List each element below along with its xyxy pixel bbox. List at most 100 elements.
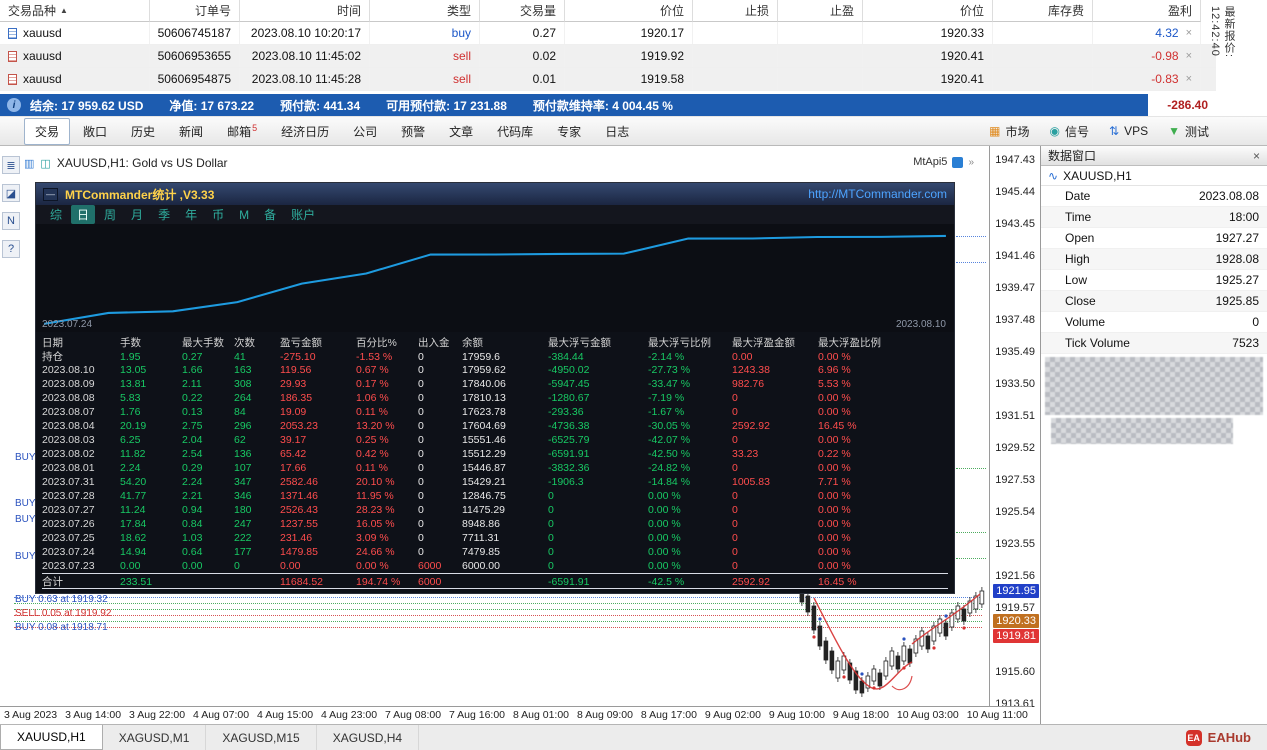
mtcommander-tab-季[interactable]: 季 <box>152 205 176 224</box>
minimize-button[interactable]: — <box>43 187 58 201</box>
stats-cell: 136 <box>234 448 252 460</box>
stats-cell: 20.10 % <box>356 476 395 488</box>
close-position-button[interactable]: × <box>1186 73 1192 85</box>
ea-panel-button-0[interactable]: ≣ <box>2 156 20 174</box>
mtcommander-url-link[interactable]: http://MTCommander.com <box>808 187 947 201</box>
stats-cell: 11475.29 <box>462 504 506 516</box>
mtapi-label[interactable]: MtApi5 » <box>913 156 974 168</box>
column-header-10[interactable]: 盈利 <box>1093 0 1201 22</box>
mtcommander-tab-币[interactable]: 币 <box>206 205 230 224</box>
data-window-row: Date 2023.08.08 <box>1041 186 1267 207</box>
toolbar-button-VPS[interactable]: ⇅ VPS <box>1109 124 1148 138</box>
toolbox-tab-经济日历[interactable]: 经济日历 <box>270 118 340 145</box>
profit-value: 4.32 <box>1155 26 1179 40</box>
stats-cell: 180 <box>234 504 252 516</box>
chart-tab-XAGUSD,M15[interactable]: XAGUSD,M15 <box>206 725 317 750</box>
toolbox-tab-代码库[interactable]: 代码库 <box>486 118 544 145</box>
chart-tab-XAGUSD,M1[interactable]: XAGUSD,M1 <box>103 725 207 750</box>
mtcommander-tab-备[interactable]: 备 <box>258 205 282 224</box>
mtcommander-tab-年[interactable]: 年 <box>179 205 203 224</box>
stats-cell: -4736.38 <box>548 420 590 432</box>
stats-cell: 0.00 <box>732 350 753 363</box>
toolbox-tab-交易[interactable]: 交易 <box>24 117 71 145</box>
stats-cell: 0.00 % <box>648 546 681 558</box>
toolbox-tab-日志[interactable]: 日志 <box>594 118 640 145</box>
column-header-4[interactable]: 交易量 <box>480 0 565 22</box>
stats-cell: 2023.08.01 <box>42 462 95 474</box>
chart-tab-XAGUSD,H4[interactable]: XAGUSD,H4 <box>317 725 420 750</box>
price-axis-label: 1921.56 <box>995 570 1035 582</box>
column-header-9[interactable]: 库存费 <box>993 0 1093 22</box>
stats-row: 2023.08.08 5.83 0.22 264 186.35 1.06 % 0 17810.… <box>42 391 948 405</box>
stats-cell: 2.54 <box>182 448 203 460</box>
stats-cell: 17623.78 <box>462 406 506 418</box>
close-position-button[interactable]: × <box>1186 27 1192 39</box>
toolbox-tab-敞口[interactable]: 敞口 <box>72 118 118 145</box>
close-position-button[interactable]: × <box>1186 50 1192 62</box>
mtcommander-tab-账户[interactable]: 账户 <box>285 205 321 224</box>
toolbox-tab-文章[interactable]: 文章 <box>438 118 484 145</box>
toolbox-tab-公司[interactable]: 公司 <box>342 118 388 145</box>
stats-cell: -293.36 <box>548 406 584 418</box>
toolbar-button-测试[interactable]: ▼ 测试 <box>1168 123 1209 140</box>
trade-row[interactable]: xauusd 50606745187 2023.08.10 10:20:17 buy 0… <box>0 22 1216 45</box>
stats-cell: 2023.07.28 <box>42 490 95 502</box>
column-header-6[interactable]: 止损 <box>693 0 778 22</box>
trade-table-rows: xauusd 50606745187 2023.08.10 10:20:17 buy 0… <box>0 22 1216 91</box>
trade-row[interactable]: xauusd 50606953655 2023.08.10 11:45:02 sell… <box>0 45 1216 68</box>
toolbox-tab-新闻[interactable]: 新闻 <box>168 118 214 145</box>
ea-panel-button-1[interactable]: ◪ <box>2 184 20 202</box>
stats-cell: 0.17 % <box>356 378 389 390</box>
toolbox-tab-邮箱[interactable]: 邮箱5 <box>216 118 268 145</box>
mtcommander-tab-综[interactable]: 综 <box>44 205 68 224</box>
column-header-5[interactable]: 价位 <box>565 0 693 22</box>
mtcommander-tab-周[interactable]: 周 <box>98 205 122 224</box>
toolbox-tab-预警[interactable]: 预警 <box>390 118 436 145</box>
toolbar-button-信号[interactable]: ◉ 信号 <box>1050 123 1090 140</box>
summary-item: 可用预付款: 17 231.88 <box>386 98 507 113</box>
column-header-7[interactable]: 止盈 <box>778 0 863 22</box>
trade-row[interactable]: xauusd 50606954875 2023.08.10 11:45:28 sell… <box>0 68 1216 91</box>
stats-total-cell: 16.45 % <box>818 575 857 588</box>
chevron-right-icon: » <box>968 156 974 168</box>
cell-type: sell <box>370 68 480 90</box>
price-axis-label: 1947.43 <box>995 154 1035 166</box>
chart-tab-XAUUSD,H1[interactable]: XAUUSD,H1 <box>0 725 103 750</box>
summary-items: 结余: 17 959.62 USD 净值: 17 673.22 预付款: 441.3… <box>30 97 673 114</box>
toolbox-tab-专家[interactable]: 专家 <box>546 118 592 145</box>
toolbar-button-市场[interactable]: ▦ 市场 <box>989 123 1029 140</box>
close-icon[interactable]: × <box>1253 149 1260 163</box>
ea-panel-button-3[interactable]: ? <box>2 240 20 258</box>
mtcommander-tab-M[interactable]: M <box>233 207 255 223</box>
stats-cell: 0.27 <box>182 350 203 363</box>
stats-cell: -6525.79 <box>548 434 590 446</box>
stats-cell: 7479.85 <box>462 546 500 558</box>
column-header-0[interactable]: 交易品种 ▲ <box>0 0 150 22</box>
column-header-3[interactable]: 类型 <box>370 0 480 22</box>
price-axis[interactable]: 1947.43 1945.44 1943.45 1941.46 1939.47 1937.… <box>989 146 1040 710</box>
toolbox-tab-历史[interactable]: 历史 <box>120 118 166 145</box>
chart-mode-icon[interactable]: ◫ <box>40 157 50 170</box>
price-tag: 1921.95 <box>993 584 1039 598</box>
column-header-2[interactable]: 时间 <box>240 0 370 22</box>
column-header-1[interactable]: 订单号 <box>150 0 240 22</box>
stats-cell: 65.42 <box>280 448 307 460</box>
chart-area[interactable]: ≣ ◪ N? ▥ ◫ XAUUSD,H1: Gold vs US Dollar Mt… <box>0 146 988 706</box>
mtcommander-panel[interactable]: — MTCommander统计 ,V3.33 http://MTCommande… <box>35 182 955 594</box>
mtcommander-tab-日[interactable]: 日 <box>71 205 96 224</box>
stats-header-cell: 次数 <box>234 337 255 349</box>
stats-cell: -24.82 % <box>648 462 691 474</box>
open-trades-table: 交易品种 ▲ 订单号 时间 类型 交易量 价位 止损 止盈 价位 库存费 盈利 xauusd 50606… <box>0 0 1216 91</box>
stats-cell: 8948.86 <box>462 518 500 530</box>
stats-header-cell: 百分比% <box>356 337 397 349</box>
ea-panel-button-2[interactable]: N <box>2 212 20 230</box>
data-window-panel: 数据窗口 × ∿ XAUUSD,H1 Date 2023.08.08 Time 18:… <box>1040 146 1267 724</box>
mtcommander-tab-月[interactable]: 月 <box>125 205 149 224</box>
stats-cell: 15512.29 <box>462 448 506 460</box>
time-axis[interactable]: 3 Aug 2023 3 Aug 14:00 3 Aug 22:00 4 Aug 07… <box>0 706 1032 724</box>
stats-row: 2023.07.28 41.77 2.21 346 1371.46 11.95 % 0 128… <box>42 489 948 503</box>
indicator-icon[interactable]: ▥ <box>24 157 34 170</box>
equity-curve <box>43 234 946 325</box>
stats-cell: 2023.08.10 <box>42 364 95 376</box>
column-header-8[interactable]: 价位 <box>863 0 993 22</box>
